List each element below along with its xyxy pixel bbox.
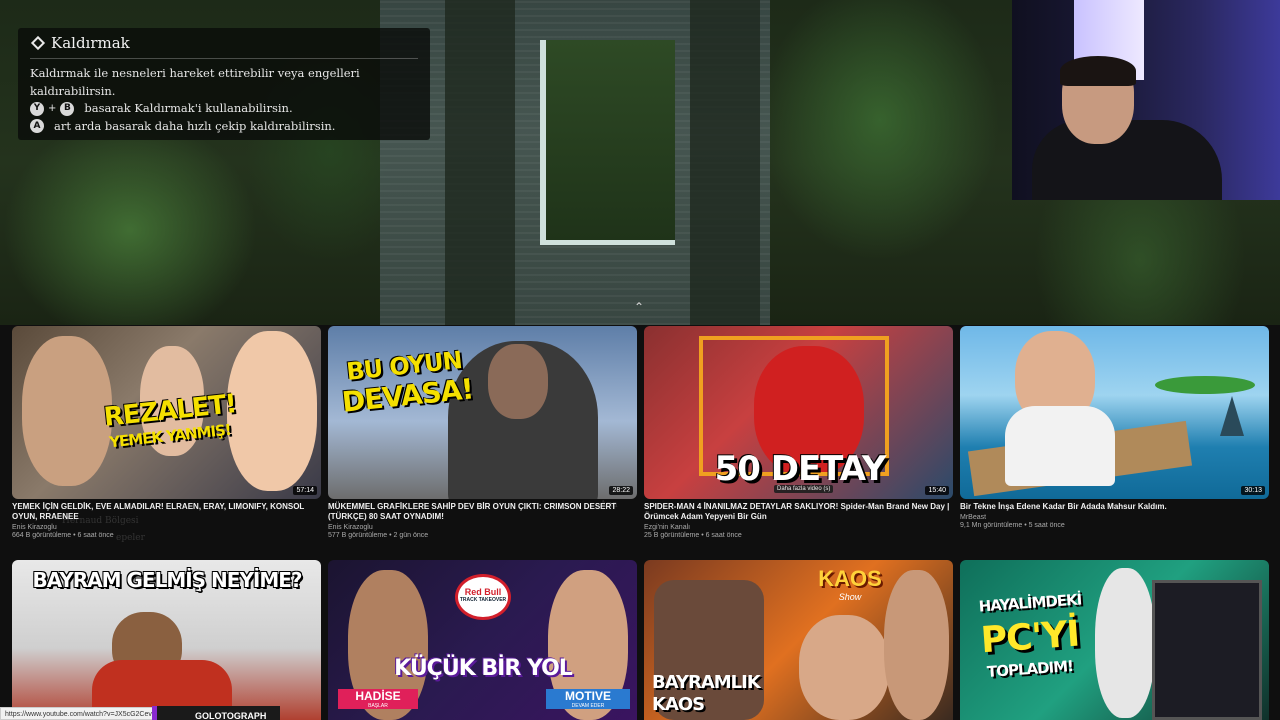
thumb-figure bbox=[1095, 568, 1155, 718]
video-thumbnail[interactable]: 50 DETAY 15:40 bbox=[644, 326, 953, 499]
island bbox=[1155, 376, 1255, 394]
channel-name[interactable]: MrBeast bbox=[960, 514, 1269, 521]
chevron-up-icon[interactable]: ⌃ bbox=[634, 300, 644, 314]
streamer-hair bbox=[1060, 56, 1136, 86]
logo-subtext: Show bbox=[838, 592, 862, 602]
webcam-feed bbox=[1012, 0, 1280, 200]
thumb-title-text: 50 DETAY bbox=[714, 449, 887, 489]
background-text: Hernaud Bölgesi bbox=[62, 516, 139, 526]
tutorial-title: Kaldırmak bbox=[51, 34, 130, 52]
status-title-text: GOLOTOGRAPH bbox=[195, 711, 267, 720]
video-card[interactable]: 30:13 Bir Tekne İnşa Edene Kadar Bir Ada… bbox=[960, 326, 1269, 529]
video-stats: 664 B görüntüleme • 6 saat önce bbox=[12, 532, 114, 539]
background-text: epeler bbox=[116, 533, 145, 543]
video-duration: 57:14 bbox=[293, 486, 317, 495]
video-title[interactable]: Bir Tekne İnşa Edene Kadar Bir Adada Mah… bbox=[960, 502, 1269, 512]
channel-name[interactable]: Ezgi'nin Kanalı bbox=[644, 524, 953, 531]
thumb-figure bbox=[488, 344, 548, 419]
thumb-title-text: HAYALİMDEKİ bbox=[978, 590, 1082, 616]
streamer-body bbox=[1032, 120, 1222, 200]
doorway bbox=[540, 40, 675, 245]
logo-text: KAOS bbox=[818, 566, 882, 591]
tutorial-text: basarak Kaldırmak'i kullanabilirsin. bbox=[84, 101, 293, 115]
video-card[interactable]: BU OYUN DEVASA! 28:22 MÜKEMMEL GRAFİKLER… bbox=[328, 326, 637, 539]
diamond-icon bbox=[30, 35, 46, 51]
tutorial-text: art arda basarak daha hızlı çekip kaldır… bbox=[54, 118, 336, 133]
video-thumbnail[interactable]: REZALET! YEMEK YANMIŞ! 57:14 bbox=[12, 326, 321, 499]
badge-text: MOTIVE bbox=[564, 689, 611, 703]
tutorial-header: Kaldırmak bbox=[30, 34, 418, 59]
video-card[interactable]: REZALET! YEMEK YANMIŞ! 57:14 YEMEK İÇİN … bbox=[12, 326, 321, 539]
tutorial-line: A art arda basarak daha hızlı çekip kald… bbox=[30, 118, 418, 136]
video-meta: SPIDER-MAN 4 İNANILMAZ DETAYLAR SAKLIYOR… bbox=[644, 499, 953, 539]
pillar bbox=[445, 0, 515, 325]
video-stats: 9,1 Mn görüntüleme • 5 saat önce bbox=[960, 522, 1065, 529]
tutorial-body: Kaldırmak ile nesneleri hareket ettirebi… bbox=[30, 65, 418, 135]
b-button-icon: B bbox=[60, 101, 75, 116]
thumb-title-text: BAYRAMLIK bbox=[652, 672, 761, 693]
video-stats: 25 B görüntüleme • 6 saat önce bbox=[644, 532, 742, 539]
logo-text: Red Bull bbox=[464, 587, 502, 597]
video-meta: Bir Tekne İnşa Edene Kadar Bir Adada Mah… bbox=[960, 499, 1269, 529]
video-stats: 577 B görüntüleme • 2 gün önce bbox=[328, 532, 429, 539]
more-videos-tooltip: Daha fazla video (s) bbox=[774, 485, 834, 493]
badge-subtext: BAŞLAR bbox=[368, 703, 388, 709]
thumb-title-text: KÜÇÜK BİR YOL bbox=[394, 656, 573, 681]
video-thumbnail[interactable]: HAYALİMDEKİ PC'Yİ TOPLADIM! bbox=[960, 560, 1269, 720]
thumb-figure bbox=[884, 570, 949, 720]
status-bar-title: GOLOTOGRAPH bbox=[152, 706, 280, 720]
thumb-title-text: KAOS bbox=[652, 694, 705, 715]
background-text: Ana bbox=[600, 500, 618, 510]
channel-name[interactable]: Enis Kirazoglu bbox=[328, 524, 637, 531]
thumb-figure bbox=[799, 615, 889, 720]
tutorial-line: kaldırabilirsin. bbox=[30, 83, 116, 98]
video-duration: 30:13 bbox=[1241, 486, 1265, 495]
video-duration: 28:22 bbox=[609, 486, 633, 495]
tutorial-panel: Kaldırmak Kaldırmak ile nesneleri hareke… bbox=[18, 28, 430, 140]
video-title[interactable]: SPIDER-MAN 4 İNANILMAZ DETAYLAR SAKLIYOR… bbox=[644, 502, 953, 522]
video-meta: MÜKEMMEL GRAFİKLERE SAHİP DEV BİR OYUN Ç… bbox=[328, 499, 637, 539]
kaos-show-logo: KAOS Show bbox=[816, 566, 884, 606]
pc-case bbox=[1152, 580, 1262, 720]
video-thumbnail[interactable]: 30:13 bbox=[960, 326, 1269, 499]
tutorial-line: Y + B basarak Kaldırmak'i kullanabilirsi… bbox=[30, 100, 418, 118]
video-title[interactable]: YEMEK İÇİN GELDİK, EVE ALMADILAR! ELRAEN… bbox=[12, 502, 321, 522]
y-button-icon: Y bbox=[30, 101, 44, 116]
status-bar-url: https://www.youtube.com/watch?v=JX5cG2Ce… bbox=[0, 707, 167, 720]
video-grid: REZALET! YEMEK YANMIŞ! 57:14 YEMEK İÇİN … bbox=[0, 325, 1280, 720]
video-thumbnail[interactable]: BAYRAM GELMİŞ NEYİME? bbox=[12, 560, 321, 720]
tutorial-line: Kaldırmak ile nesneleri hareket ettirebi… bbox=[30, 66, 360, 80]
video-card[interactable]: HAYALİMDEKİ PC'Yİ TOPLADIM! bbox=[960, 560, 1269, 720]
thumb-title-text: PC'Yİ bbox=[979, 613, 1081, 662]
badge-subtext: DEVAM EDER bbox=[571, 703, 605, 709]
a-button-icon: A bbox=[30, 119, 44, 134]
pillar bbox=[690, 0, 760, 325]
video-card[interactable]: 50 DETAY 15:40 SPIDER-MAN 4 İNANILMAZ DE… bbox=[644, 326, 953, 539]
channel-name[interactable]: Enis Kirazoglu bbox=[12, 524, 321, 531]
video-thumbnail[interactable]: Red Bull TRACK TAKEOVER KÜÇÜK BİR YOL HA… bbox=[328, 560, 637, 720]
video-meta: YEMEK İÇİN GELDİK, EVE ALMADILAR! ELRAEN… bbox=[12, 499, 321, 539]
plus-sign: + bbox=[48, 103, 57, 114]
shark-fin bbox=[1220, 396, 1244, 436]
badge-text: HADİSE bbox=[355, 689, 401, 703]
logo-subtext: TRACK TAKEOVER bbox=[459, 597, 507, 603]
badge-left: HADİSE BAŞLAR bbox=[338, 689, 418, 709]
redbull-logo: Red Bull TRACK TAKEOVER bbox=[455, 574, 511, 620]
video-card[interactable]: Red Bull TRACK TAKEOVER KÜÇÜK BİR YOL HA… bbox=[328, 560, 637, 720]
video-card[interactable]: BAYRAM GELMİŞ NEYİME? bbox=[12, 560, 321, 720]
badge-right: MOTIVE DEVAM EDER bbox=[546, 689, 630, 709]
video-title[interactable]: MÜKEMMEL GRAFİKLERE SAHİP DEV BİR OYUN Ç… bbox=[328, 502, 637, 522]
video-card[interactable]: KAOS Show BAYRAMLIK KAOS bbox=[644, 560, 953, 720]
video-thumbnail[interactable]: BU OYUN DEVASA! 28:22 bbox=[328, 326, 637, 499]
video-thumbnail[interactable]: KAOS Show BAYRAMLIK KAOS bbox=[644, 560, 953, 720]
thumb-figure bbox=[1005, 406, 1115, 486]
video-duration: 15:40 bbox=[925, 486, 949, 495]
thumb-title-text: BAYRAM GELMİŞ NEYİME? bbox=[32, 568, 302, 592]
